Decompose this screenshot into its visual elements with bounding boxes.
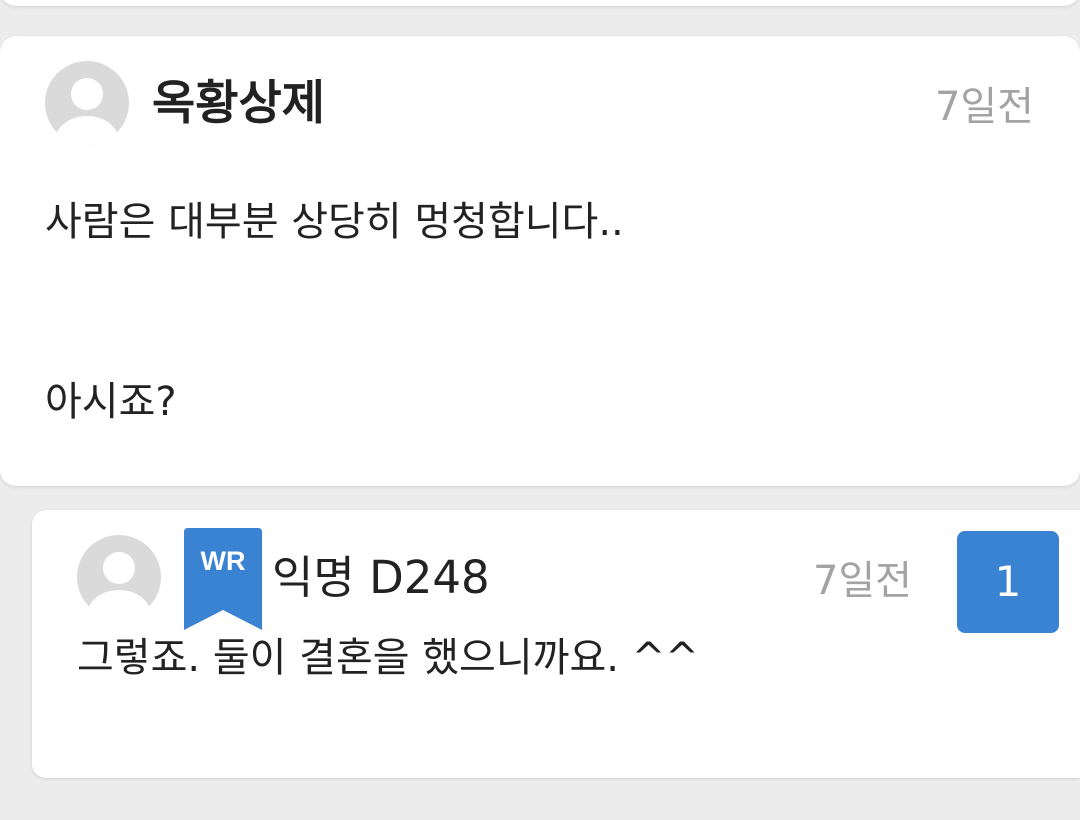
writer-badge-icon: WR bbox=[184, 528, 262, 632]
comment-time: 7일전 bbox=[934, 84, 1034, 130]
user-avatar-icon[interactable] bbox=[77, 535, 161, 619]
like-count-button[interactable]: 1 bbox=[957, 531, 1059, 633]
writer-badge-label: WR bbox=[200, 546, 246, 576]
comment-text-line-1: 사람은 대부분 상당히 멍청합니다.. bbox=[45, 199, 624, 245]
reply-time: 7일전 bbox=[812, 558, 912, 604]
comment-card: 옥황상제 7일전 사람은 대부분 상당히 멍청합니다.. 아시죠? bbox=[0, 36, 1080, 486]
reply-card: WR 익명 D248 7일전 1 그렇죠. 둘이 결혼을 했으니까요. ^^ bbox=[32, 510, 1080, 778]
reply-author[interactable]: 익명 D248 bbox=[272, 548, 490, 608]
comment-author[interactable]: 옥황상제 bbox=[152, 74, 325, 134]
comment-text-line-2: 아시죠? bbox=[45, 379, 177, 425]
user-avatar-icon[interactable] bbox=[45, 61, 129, 145]
reply-text: 그렇죠. 둘이 결혼을 했으니까요. ^^ bbox=[77, 635, 699, 681]
previous-comment-card-edge bbox=[0, 0, 1080, 6]
